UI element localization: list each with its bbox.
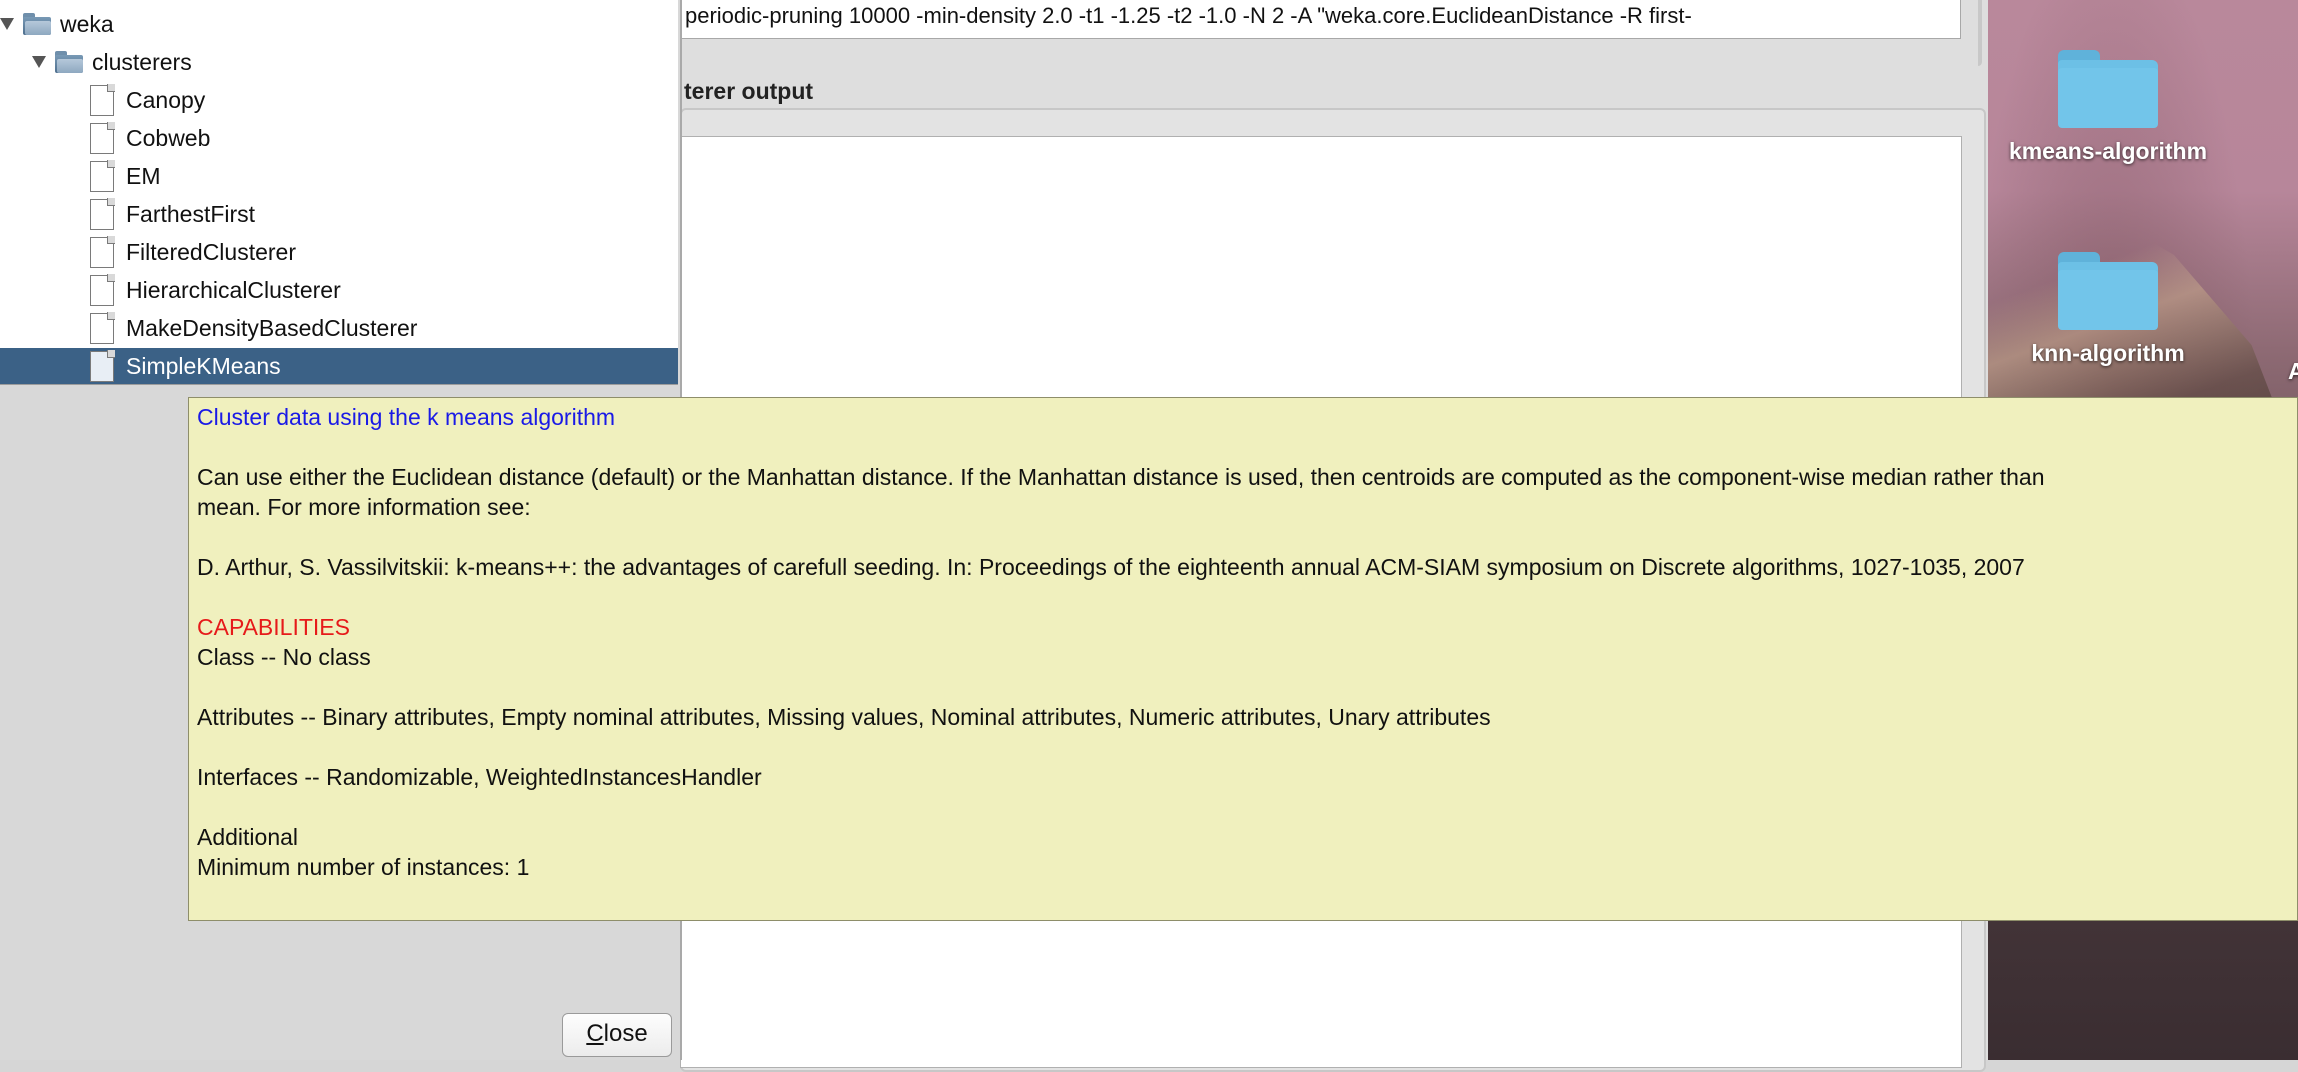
tree-node-label: FarthestFirst [126,200,256,227]
folder-icon [22,12,52,36]
tree-node-makedensitybasedclusterer[interactable]: MakeDensityBasedClusterer [90,310,678,346]
tooltip-description-line1: Can use either the Euclidean distance (d… [197,464,2045,490]
tree-node-em[interactable]: EM [90,158,678,194]
document-icon [90,312,115,344]
desktop-folder-label: kmeans-algorithm [2008,138,2208,164]
document-icon [90,122,115,154]
tooltip-additional-heading: Additional [197,824,299,850]
tree-node-label: Cobweb [126,124,211,151]
options-field-border [1978,0,1982,66]
folder-icon [2058,50,2158,128]
clusterer-output-title: terer output [684,78,814,104]
clusterer-options-field[interactable]: periodic-pruning 10000 -min-density 2.0 … [680,0,1961,39]
desktop-folder-label: knn-algorithm [2031,340,2185,366]
clusterer-info-tooltip: Cluster data using the k means algorithm… [188,397,2298,921]
close-button-label: lose [603,1020,648,1047]
tooltip-min-instances-line: Minimum number of instances: 1 [197,854,530,880]
document-icon [90,160,115,192]
expand-arrow-icon[interactable] [32,56,46,68]
document-icon [90,236,115,268]
tree-node-filteredclusterer[interactable]: FilteredClusterer [90,234,678,270]
tree-node-canopy[interactable]: Canopy [90,82,678,118]
tree-node-weka[interactable]: weka [0,6,678,42]
tree-node-cobweb[interactable]: Cobweb [90,120,678,156]
tooltip-description-line2: mean. For more information see: [197,494,531,520]
folder-icon [2058,252,2158,330]
document-icon [90,350,115,382]
tree-node-label: HierarchicalClusterer [126,276,341,303]
desktop-partial-label: A [2288,358,2298,384]
close-button[interactable]: Close [562,1013,672,1057]
tree-node-label: FilteredClusterer [126,238,296,265]
tooltip-interfaces-line: Interfaces -- Randomizable, WeightedInst… [197,764,762,790]
document-icon [90,198,115,230]
tooltip-reference: D. Arthur, S. Vassilvitskii: k-means++: … [197,554,2025,580]
tree-node-label: SimpleKMeans [126,352,281,379]
close-button-mnemonic: C [586,1020,604,1047]
tree-node-label: EM [126,162,161,189]
tree-node-label: weka [60,10,114,37]
tree-node-farthestfirst[interactable]: FarthestFirst [90,196,678,232]
desktop-folder-kmeans[interactable]: kmeans-algorithm [1998,50,2218,165]
tree-node-hierarchicalclusterer[interactable]: HierarchicalClusterer [90,272,678,308]
tooltip-class-line: Class -- No class [197,644,371,670]
tooltip-capabilities-heading: CAPABILITIES [197,614,350,640]
document-icon [90,274,115,306]
tree-node-simplekmeans[interactable]: SimpleKMeans [0,348,678,384]
tree-node-label: MakeDensityBasedClusterer [126,314,418,341]
expand-arrow-icon[interactable] [0,18,14,30]
folder-icon [54,50,84,74]
clusterer-tree[interactable]: weka clusterers Canopy Cobweb EM Farthes… [0,0,678,385]
tooltip-heading: Cluster data using the k means algorithm [197,404,616,430]
tree-node-label: clusterers [92,48,192,75]
document-icon [90,84,115,116]
desktop-folder-knn[interactable]: knn-algorithm [1998,252,2218,367]
tree-node-label: Canopy [126,86,206,113]
tree-node-clusterers[interactable]: clusterers [32,44,678,80]
tooltip-attributes-line: Attributes -- Binary attributes, Empty n… [197,704,1491,730]
